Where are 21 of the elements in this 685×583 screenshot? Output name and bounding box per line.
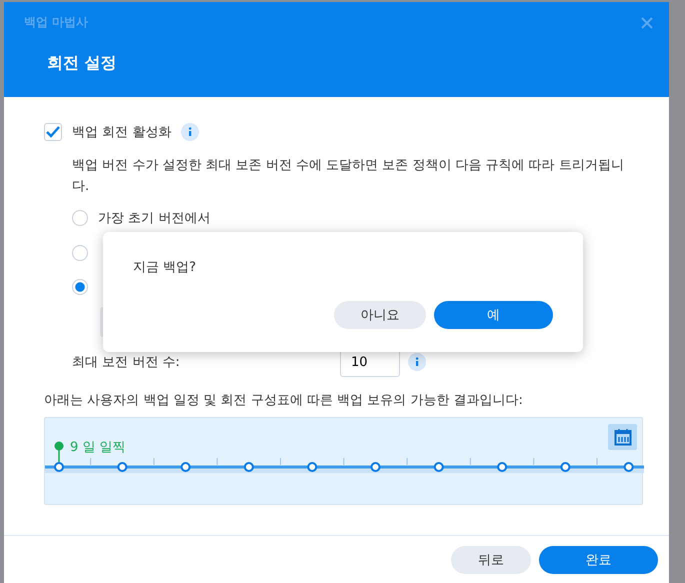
radio-button[interactable] — [72, 210, 88, 226]
back-button[interactable]: 뒤로 — [451, 546, 531, 574]
radio-button[interactable] — [72, 245, 88, 261]
radio-button[interactable] — [72, 279, 88, 295]
calendar-button[interactable] — [608, 424, 637, 450]
yes-button[interactable]: 예 — [434, 301, 553, 329]
field-label: 최대 보전 버전 수: — [72, 354, 181, 371]
finish-button[interactable]: 완료 — [539, 546, 658, 574]
step-title: 회전 설정 — [47, 53, 118, 74]
no-button[interactable]: 아니요 — [334, 301, 426, 329]
checkbox[interactable] — [44, 123, 62, 141]
calendar-icon — [614, 428, 632, 446]
description-text: 백업 버전 수가 설정한 최대 보존 버전 수에 도달하면 보존 정책이 다음 규칙에 따라 트리거됩니다. — [72, 157, 625, 196]
marker-label: 9 일 일찍 — [70, 439, 126, 456]
checkbox-label: 백업 회전 활성화 — [72, 124, 172, 141]
window-title: 백업 마법사 — [24, 14, 88, 31]
confirm-message: 지금 백업? — [133, 259, 198, 276]
info-icon[interactable] — [408, 353, 426, 371]
caption-text: 아래는 사용자의 백업 일정 및 회전 구성표에 따른 백업 보유의 가능한 결과입니다: — [44, 392, 524, 409]
info-icon[interactable] — [181, 123, 200, 141]
radio-label: 가장 초기 버전에서 — [98, 210, 210, 227]
